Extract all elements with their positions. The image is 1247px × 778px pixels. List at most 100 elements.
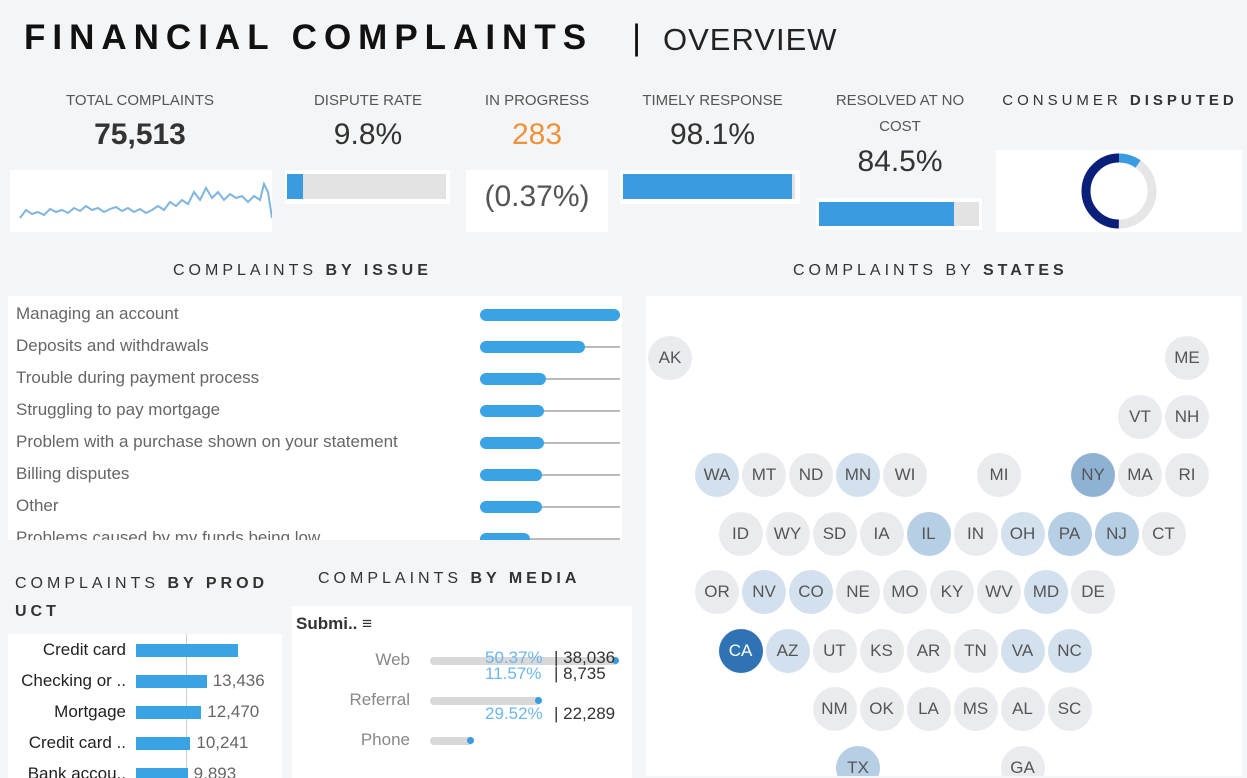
media-percent: 11.57% xyxy=(485,664,542,683)
total-complaints-value: 75,513 xyxy=(94,118,186,151)
state-tile-id[interactable]: ID xyxy=(718,511,763,556)
state-tile-nc[interactable]: NC xyxy=(1047,628,1092,673)
state-tile-la[interactable]: LA xyxy=(906,687,951,731)
state-tile-mo[interactable]: MO xyxy=(883,570,927,614)
state-tile-wv[interactable]: WV xyxy=(977,570,1021,614)
product-value: 13,436 xyxy=(212,671,265,690)
consumer-disputed-label: CONSUMER DISPUTED xyxy=(1000,88,1240,114)
state-tile-de[interactable]: DE xyxy=(1071,570,1115,614)
issue-bar[interactable] xyxy=(480,469,542,481)
state-tile-mn[interactable]: MN xyxy=(836,453,880,497)
issue-bar[interactable] xyxy=(480,373,546,385)
dispute-rate-bar xyxy=(285,170,450,204)
issue-bar[interactable] xyxy=(480,341,585,353)
state-tile-ne[interactable]: NE xyxy=(836,570,880,614)
consumer-disputed-donut xyxy=(996,150,1242,232)
resolved-bar xyxy=(816,198,982,230)
state-tile-or[interactable]: OR xyxy=(695,570,739,614)
product-label: Bank accou.. xyxy=(27,764,126,778)
state-tile-va[interactable]: VA xyxy=(1000,628,1045,673)
product-bar[interactable] xyxy=(136,644,238,657)
dispute-rate-label: DISPUTE RATE xyxy=(313,92,423,109)
consumer-disputed-label-bold: DISPUTED xyxy=(1129,92,1238,109)
sort-icon[interactable]: ≡ xyxy=(362,614,372,633)
state-tile-md[interactable]: MD xyxy=(1024,570,1068,614)
section-title-media: COMPLAINTS BY MEDIA xyxy=(318,570,581,587)
product-label: Checking or .. xyxy=(21,671,126,690)
media-percent: 29.52% xyxy=(485,704,543,723)
resolved-value: 84.5% xyxy=(857,145,943,178)
state-tile-az[interactable]: AZ xyxy=(765,628,810,673)
issue-bar[interactable] xyxy=(480,437,545,449)
issue-bar[interactable] xyxy=(480,405,545,417)
state-tile-sc[interactable]: SC xyxy=(1047,687,1092,731)
state-tile-ma[interactable]: MA xyxy=(1118,453,1162,497)
state-tile-tx[interactable]: TX xyxy=(836,745,880,776)
state-tile-ks[interactable]: KS xyxy=(859,628,904,673)
state-tile-nm[interactable]: NM xyxy=(812,687,857,731)
state-tile-nh[interactable]: NH xyxy=(1165,394,1209,439)
state-tile-ms[interactable]: MS xyxy=(953,687,998,731)
state-tile-ga[interactable]: GA xyxy=(1000,745,1045,776)
page-subtitle: OVERVIEW xyxy=(663,22,838,57)
product-bar[interactable] xyxy=(136,706,202,719)
media-bar-dot xyxy=(534,697,542,704)
issue-chart: Managing an account Deposits and withdraw… xyxy=(8,296,622,540)
media-sort-header[interactable]: Submi.. ≡ xyxy=(296,614,372,634)
state-tile-me[interactable]: ME xyxy=(1165,336,1209,380)
issue-bar[interactable] xyxy=(480,501,542,513)
product-bar[interactable] xyxy=(136,768,188,778)
total-complaints-sparkline xyxy=(10,170,273,232)
state-tile-ny[interactable]: NY xyxy=(1071,453,1115,497)
state-tile-ky[interactable]: KY xyxy=(930,570,974,614)
state-tile-wi[interactable]: WI xyxy=(883,453,927,497)
media-chart[interactable]: Submi.. ≡ Web 50.37% | 38,036 Referral 29.52… xyxy=(292,606,632,778)
product-label: Mortgage xyxy=(54,702,126,721)
state-tile-ca[interactable]: CA xyxy=(718,628,763,673)
state-tile-il[interactable]: IL xyxy=(906,511,951,556)
issue-label: Struggling to pay mortgage xyxy=(16,400,221,419)
state-tile-nv[interactable]: NV xyxy=(742,570,786,614)
state-tile-ri[interactable]: RI xyxy=(1165,453,1209,497)
state-tile-ct[interactable]: CT xyxy=(1141,511,1186,556)
product-bar[interactable] xyxy=(136,737,191,750)
timely-response-label: TIMELY RESPONSE xyxy=(642,92,783,109)
page-title: FINANCIAL COMPLAINTS xyxy=(24,18,594,57)
total-complaints-label: TOTAL COMPLAINTS xyxy=(65,92,215,109)
state-tile-sd[interactable]: SD xyxy=(812,511,857,556)
issue-label: Problems caused by my funds being low xyxy=(16,528,321,540)
section-title-states: COMPLAINTS BY STATES xyxy=(793,262,1068,279)
state-tile-nd[interactable]: ND xyxy=(789,453,833,497)
state-tile-nj[interactable]: NJ xyxy=(1094,511,1139,556)
in-progress-percent: (0.37%) xyxy=(484,180,590,213)
title-separator: | xyxy=(632,18,642,57)
state-tile-vt[interactable]: VT xyxy=(1118,394,1162,439)
section-title-issue: COMPLAINTS BY ISSUE xyxy=(173,262,432,279)
issue-bar[interactable] xyxy=(480,533,531,540)
product-bar[interactable] xyxy=(136,675,207,688)
state-tile-co[interactable]: CO xyxy=(789,570,833,614)
state-tile-tn[interactable]: TN xyxy=(953,628,998,673)
issue-bar[interactable] xyxy=(480,309,620,321)
resolved-label: RESOLVED AT NO COST xyxy=(835,92,965,135)
timely-response-bar xyxy=(620,170,800,204)
state-tile-in[interactable]: IN xyxy=(953,511,998,556)
media-count: | 8,735 xyxy=(554,664,606,683)
state-tile-wa[interactable]: WA xyxy=(695,453,739,497)
issue-label: Billing disputes xyxy=(16,464,130,483)
media-count: | 22,289 xyxy=(554,704,616,723)
state-tile-ak[interactable]: AK xyxy=(648,336,692,380)
in-progress-percent-card: (0.37%) xyxy=(466,170,608,232)
state-tile-oh[interactable]: OH xyxy=(1000,511,1045,556)
state-tile-mi[interactable]: MI xyxy=(977,453,1021,497)
state-tile-mt[interactable]: MT xyxy=(742,453,786,497)
section-title-product: COMPLAINTS BY PRODUCT xyxy=(15,575,269,620)
state-tile-ar[interactable]: AR xyxy=(906,628,951,673)
state-tile-ia[interactable]: IA xyxy=(859,511,904,556)
state-tile-pa[interactable]: PA xyxy=(1047,511,1092,556)
state-tile-ut[interactable]: UT xyxy=(812,628,857,673)
media-label: Referral xyxy=(349,690,410,709)
state-tile-al[interactable]: AL xyxy=(1000,687,1045,731)
state-tile-ok[interactable]: OK xyxy=(859,687,904,731)
state-tile-wy[interactable]: WY xyxy=(765,511,810,556)
